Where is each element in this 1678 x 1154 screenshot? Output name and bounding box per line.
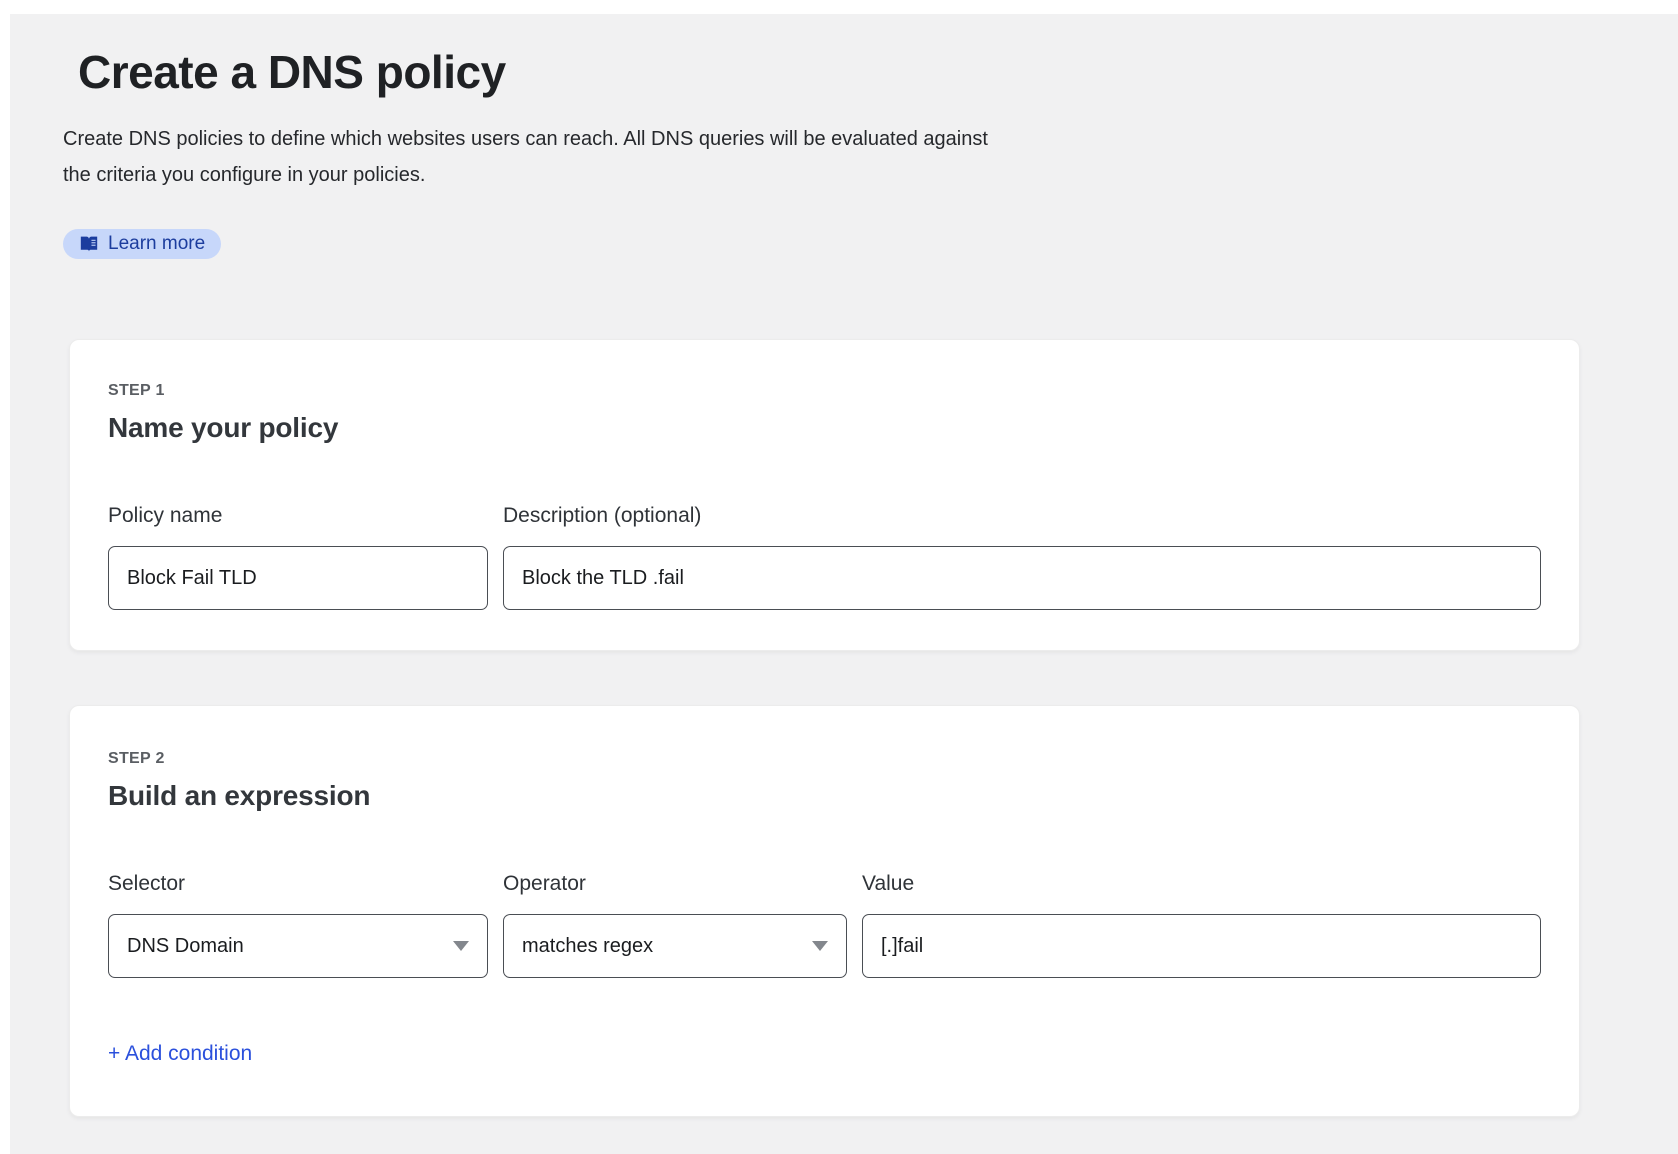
value-input[interactable] [862, 914, 1541, 978]
chevron-down-icon [812, 941, 828, 951]
policy-name-field-group: Policy name [108, 504, 488, 610]
value-label: Value [862, 872, 1541, 896]
step2-heading: Build an expression [108, 780, 1541, 812]
selector-label: Selector [108, 872, 488, 896]
step1-label: STEP 1 [108, 382, 1541, 400]
operator-label: Operator [503, 872, 847, 896]
description-input[interactable] [503, 546, 1541, 610]
selector-field-group: Selector DNS Domain [108, 872, 488, 978]
step2-label: STEP 2 [108, 750, 1541, 768]
chevron-down-icon [453, 941, 469, 951]
policy-name-label: Policy name [108, 504, 488, 528]
learn-more-label: Learn more [108, 233, 205, 255]
create-dns-policy-page: Create a DNS policy Create DNS policies … [10, 14, 1678, 1117]
step1-heading: Name your policy [108, 412, 1541, 444]
selector-dropdown[interactable]: DNS Domain [108, 914, 488, 978]
selector-selected-value: DNS Domain [127, 935, 244, 958]
book-icon [79, 235, 99, 253]
learn-more-button[interactable]: Learn more [63, 229, 221, 259]
policy-name-input[interactable] [108, 546, 488, 610]
description-label: Description (optional) [503, 504, 1541, 528]
operator-dropdown[interactable]: matches regex [503, 914, 847, 978]
step1-fields-row: Policy name Description (optional) [108, 504, 1541, 610]
description-field-group: Description (optional) [503, 504, 1541, 610]
expression-builder-row: Selector DNS Domain Operator matches reg… [108, 872, 1541, 978]
page-title: Create a DNS policy [78, 46, 1678, 99]
page-description: Create DNS policies to define which webs… [63, 121, 993, 193]
page-background: Create a DNS policy Create DNS policies … [10, 14, 1678, 1154]
value-field-group: Value [862, 872, 1541, 978]
operator-field-group: Operator matches regex [503, 872, 847, 978]
add-condition-link[interactable]: + Add condition [108, 1042, 252, 1066]
step2-card: STEP 2 Build an expression Selector DNS … [69, 705, 1580, 1117]
operator-selected-value: matches regex [522, 935, 653, 958]
step1-card: STEP 1 Name your policy Policy name Desc… [69, 339, 1580, 651]
